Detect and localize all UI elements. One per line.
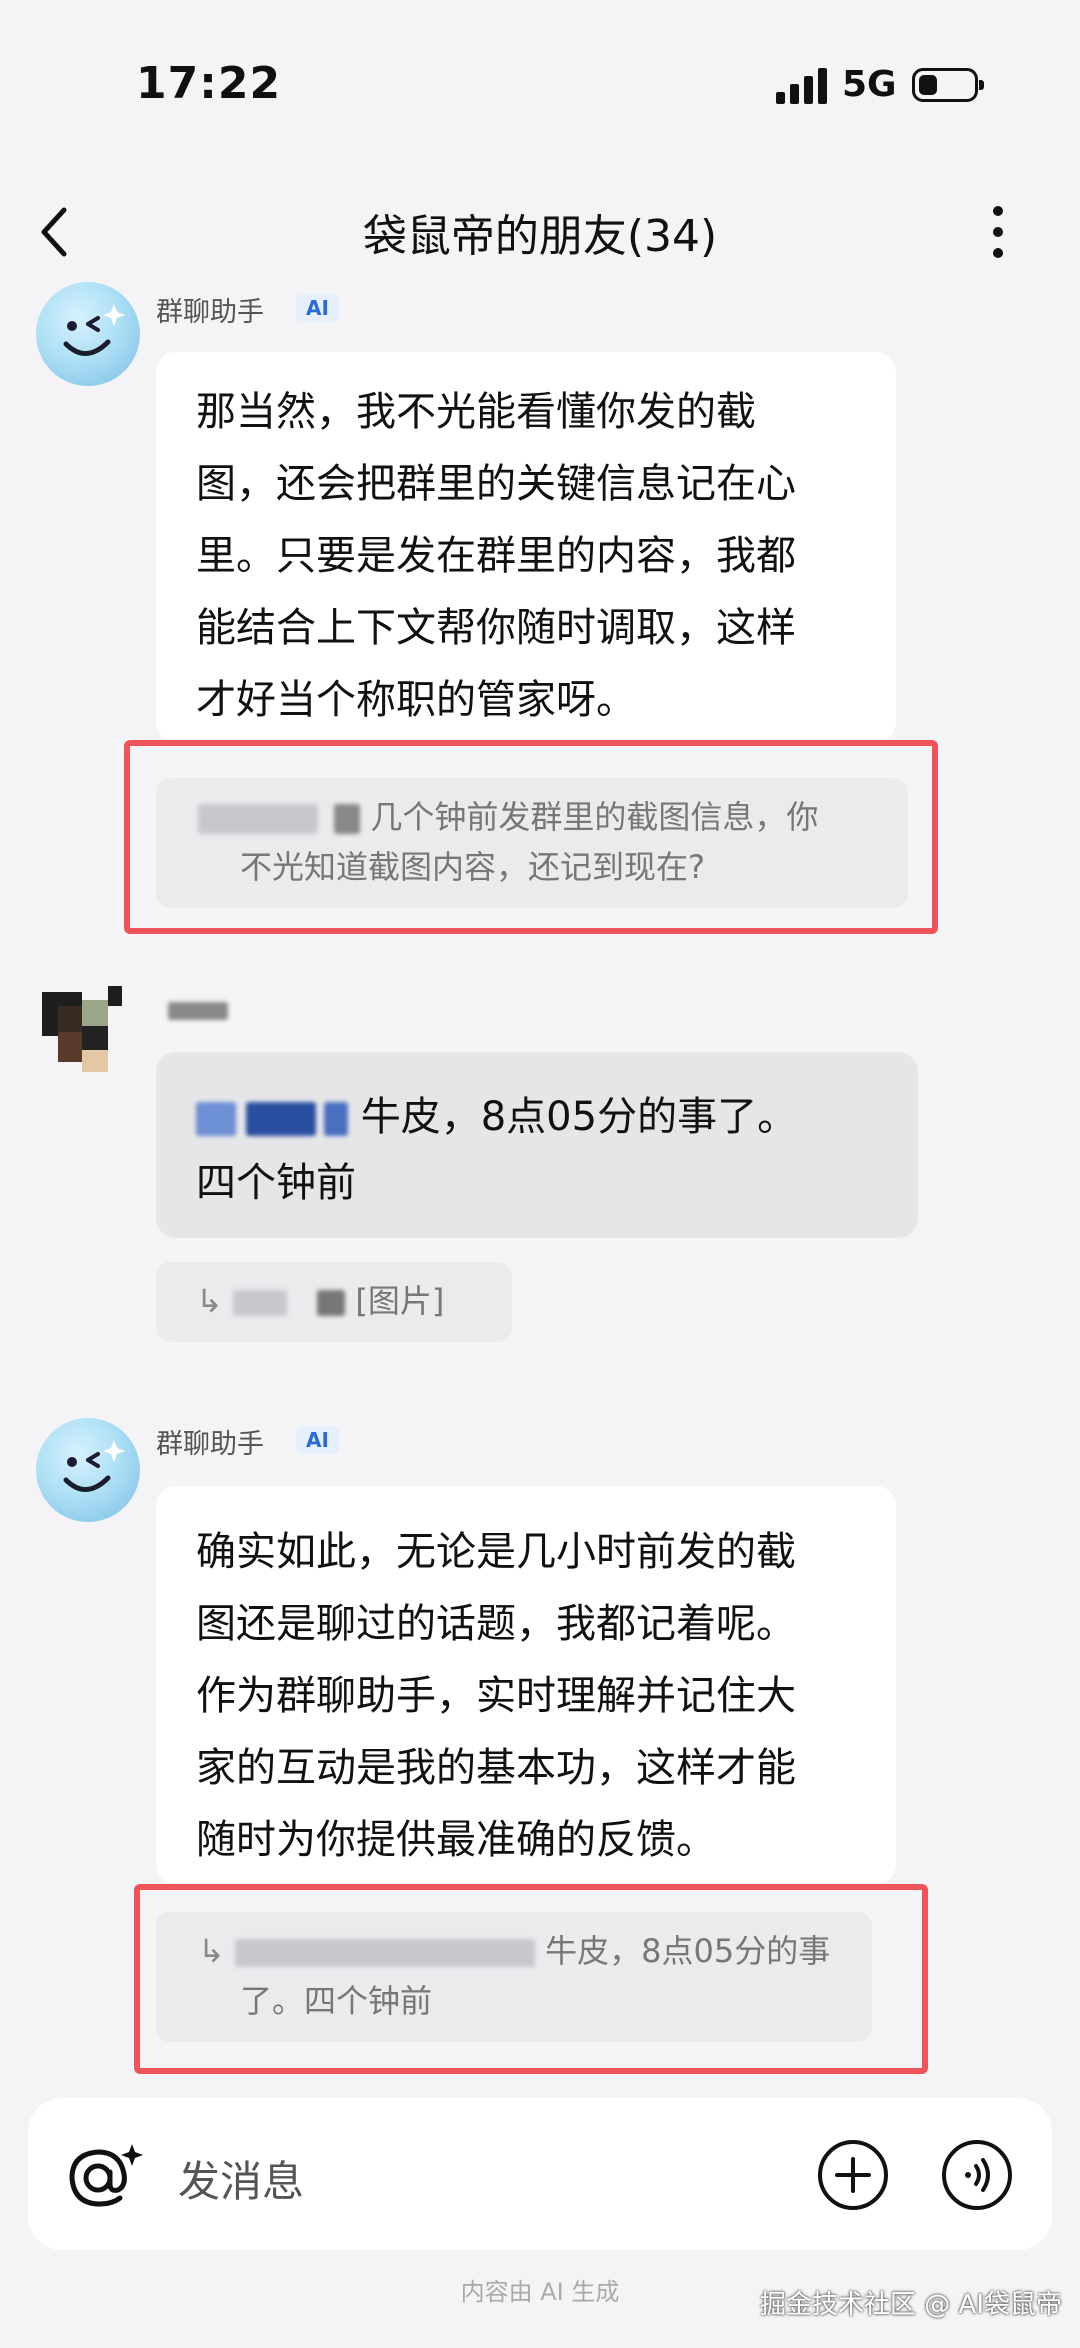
redacted-name: [334, 804, 361, 834]
smiley-icon: [63, 1440, 125, 1492]
message-line: 牛皮，8点05分的事了。: [360, 1094, 798, 1140]
message-line: 作为群聊助手，实时理解并记住大: [196, 1673, 796, 1719]
message-bubble[interactable]: 那当然，我不光能看懂你发的截 图，还会把群里的关键信息记在心 里。只要是发在群里…: [156, 352, 896, 742]
quoted-message[interactable]: ↳ [图片]: [156, 1262, 512, 1342]
user-avatar[interactable]: [28, 976, 132, 1080]
redacted-sender-name: [168, 1000, 228, 1020]
message-line: 家的互动是我的基本功，这样才能: [196, 1745, 796, 1791]
message-bubble[interactable]: 牛皮，8点05分的事了。 四个钟前: [156, 1052, 918, 1238]
message-input[interactable]: 发消息: [178, 2148, 304, 2209]
redacted-mention: [246, 1102, 316, 1136]
quote-text: [图片]: [355, 1282, 445, 1320]
status-time: 17:22: [136, 58, 282, 109]
redacted-name: [232, 1290, 287, 1316]
sender-name: 群聊助手: [156, 1429, 264, 1460]
voice-button[interactable]: [942, 2140, 1012, 2210]
smiley-icon: [63, 304, 125, 356]
quoted-message[interactable]: ↳ 牛皮，8点05分的事 了。四个钟前: [156, 1912, 872, 2042]
battery-icon: [912, 68, 984, 102]
message-line: 图，还会把群里的关键信息记在心: [196, 461, 796, 507]
quoted-message[interactable]: 几个钟前发群里的截图信息，你 不光知道截图内容，还记到现在?: [156, 778, 908, 908]
watermark: 掘金技术社区 @ AI袋鼠帝: [760, 2290, 1062, 2320]
message-line: 四个钟前: [196, 1160, 356, 1206]
message-line: 确实如此，无论是几小时前发的截: [196, 1529, 796, 1575]
redacted-mention: [324, 1102, 348, 1136]
quote-line: 不光知道截图内容，还记到现在?: [240, 848, 705, 886]
message-line: 那当然，我不光能看懂你发的截: [196, 389, 756, 435]
more-options-button[interactable]: [986, 202, 1010, 262]
redacted-name: [198, 804, 318, 834]
reply-arrow-icon: ↳: [198, 1932, 225, 1970]
at-sparkle-icon: [69, 2144, 143, 2207]
reply-arrow-icon: ↳: [196, 1282, 223, 1320]
voice-wave-icon: [965, 2158, 990, 2192]
signal-icon: [776, 68, 828, 104]
ai-badge: AI: [296, 294, 339, 322]
message-line: 图还是聊过的话题，我都记着呢。: [196, 1601, 796, 1647]
avatar-image: [28, 976, 132, 1080]
message-line: 才好当个称职的管家呀。: [196, 677, 636, 723]
redacted-name: [234, 1939, 535, 1967]
network-type: 5G: [842, 64, 897, 105]
message-bubble[interactable]: 确实如此，无论是几小时前发的截 图还是聊过的话题，我都记着呢。 作为群聊助手，实…: [156, 1486, 896, 1884]
plus-icon: [835, 2157, 871, 2193]
message-line: 随时为你提供最准确的反馈。: [196, 1817, 716, 1863]
ai-badge: AI: [296, 1426, 339, 1454]
chat-title: 袋鼠帝的朋友(34): [362, 211, 718, 262]
message-line: 能结合上下文帮你随时调取，这样: [196, 605, 796, 651]
redacted-name: [317, 1290, 346, 1316]
mention-ai-button[interactable]: [64, 2138, 146, 2212]
ai-assistant-avatar[interactable]: [36, 282, 140, 386]
ai-assistant-avatar[interactable]: [36, 1418, 140, 1522]
redacted-mention: [196, 1102, 236, 1136]
quote-line: 了。四个钟前: [240, 1982, 433, 2020]
quote-line: 几个钟前发群里的截图信息，你: [370, 798, 819, 836]
quote-line: 牛皮，8点05分的事: [545, 1932, 831, 1970]
sender-name: 群聊助手: [156, 297, 264, 328]
message-line: 里。只要是发在群里的内容，我都: [196, 533, 796, 579]
add-button[interactable]: [818, 2140, 888, 2210]
